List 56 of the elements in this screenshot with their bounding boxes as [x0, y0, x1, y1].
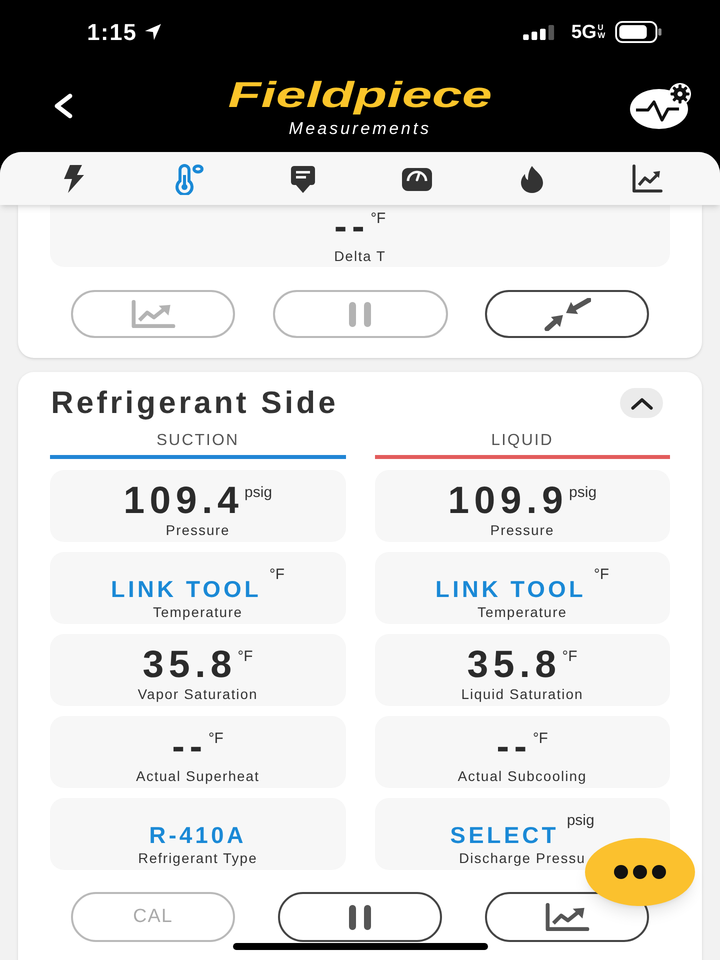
header-subtitle: Measurements — [288, 119, 432, 139]
arrows-inward-icon — [544, 298, 590, 330]
reading-label: Actual Subcooling — [458, 768, 587, 784]
unit-label: psig — [569, 485, 597, 500]
reading-label: Discharge Pressu — [459, 850, 586, 866]
collapse-button[interactable] — [620, 388, 663, 418]
chart-icon — [544, 902, 590, 932]
logo-text: Fieldpiece — [228, 75, 492, 115]
reading-label: Actual Superheat — [136, 768, 260, 784]
settings-button[interactable] — [628, 81, 694, 131]
compress-button[interactable] — [485, 290, 649, 338]
pause-button[interactable] — [278, 892, 442, 942]
unit-label: °F — [208, 731, 224, 746]
clock-time: 1:15 — [87, 20, 138, 44]
reading-value: 35.8 — [142, 646, 237, 684]
unit-label: °F — [370, 211, 386, 226]
reading-value: 109.4 — [123, 482, 244, 520]
reading-label: Temperature — [152, 604, 243, 620]
reading-label: Pressure — [490, 522, 554, 538]
reading-value: -- — [172, 728, 208, 766]
reading-label: Pressure — [166, 522, 230, 538]
reading-value: -- — [496, 728, 532, 766]
ellipsis-icon — [614, 865, 666, 879]
reading-value: 109.9 — [448, 482, 568, 520]
pause-icon — [346, 904, 374, 930]
reading-label: Temperature — [477, 604, 568, 620]
reading-label: Liquid Saturation — [461, 686, 584, 702]
section-title: Refrigerant Side — [51, 387, 338, 419]
chart-icon — [630, 162, 663, 194]
value-link[interactable]: LINK TOOL — [110, 576, 262, 602]
reading-value: 35.8 — [467, 646, 562, 684]
reading-label: Refrigerant Type — [138, 850, 258, 866]
unit-label: °F — [562, 649, 578, 664]
network-label: 5G — [571, 22, 597, 42]
chart-icon — [130, 300, 176, 328]
location-arrow-icon — [144, 23, 162, 41]
unit-label: psig — [244, 485, 272, 500]
column-heading: SUCTION — [156, 431, 239, 451]
chevron-up-icon — [630, 396, 652, 410]
reading-value: -- — [334, 208, 370, 246]
pause-icon — [346, 302, 374, 326]
reading-label: Delta T — [334, 248, 386, 264]
value-link[interactable]: R-410A — [149, 822, 246, 848]
graph-button[interactable] — [485, 892, 649, 942]
unit-label: °F — [594, 567, 610, 582]
unit-label: psig — [566, 813, 594, 828]
unit-label: °F — [238, 649, 253, 664]
reading-label: Vapor Saturation — [138, 686, 258, 702]
unit-label: °F — [269, 567, 285, 582]
battery-icon — [614, 21, 664, 43]
column-heading: LIQUID — [491, 431, 554, 451]
value-link[interactable]: LINK TOOL — [435, 576, 586, 602]
unit-label: °F — [532, 731, 548, 746]
pulse-gear-icon — [629, 82, 693, 130]
chevron-left-icon — [52, 93, 74, 119]
value-link[interactable]: SELECT — [450, 822, 559, 848]
